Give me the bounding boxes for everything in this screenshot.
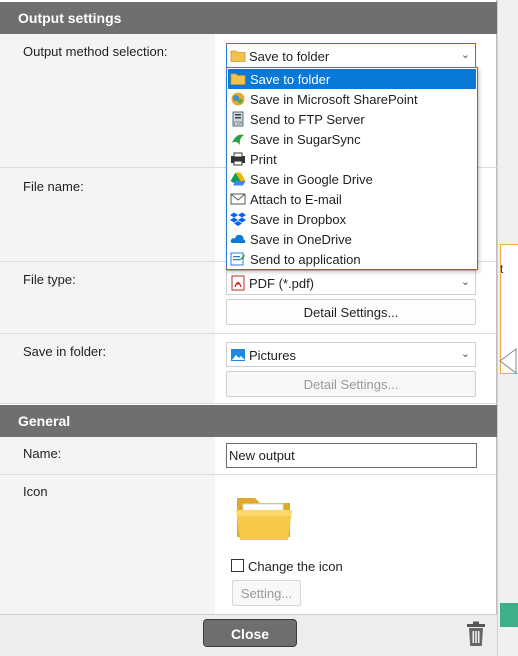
sugarsync-icon	[232, 134, 244, 145]
save-folder-select[interactable]: Pictures ⌄	[226, 342, 476, 367]
dropdown-item-google-drive[interactable]: Save in Google Drive	[228, 169, 476, 189]
file-type-label: File type:	[23, 272, 76, 287]
svg-text:FTP: FTP	[234, 121, 242, 127]
dropdown-item-email[interactable]: Attach to E-mail	[228, 189, 476, 209]
dropdown-item-save-to-folder[interactable]: Save to folder	[228, 69, 476, 89]
ftp-server-icon: FTP	[232, 111, 244, 127]
dropbox-icon	[230, 212, 246, 226]
folder-icon	[230, 73, 246, 85]
chevron-down-icon[interactable]: ⌄	[461, 48, 470, 61]
folder-icon	[230, 50, 246, 62]
sharepoint-icon	[231, 92, 245, 106]
pdf-icon	[231, 275, 245, 291]
change-icon-label[interactable]: Change the icon	[248, 559, 343, 574]
output-folder-icon	[236, 498, 292, 540]
name-input[interactable]: New output	[226, 443, 477, 468]
dropdown-item-ftp[interactable]: FTP Send to FTP Server	[228, 109, 476, 129]
dropdown-item-label: Save in OneDrive	[250, 232, 352, 247]
output-settings-header: Output settings	[0, 2, 497, 34]
dropdown-item-label: Send to FTP Server	[250, 112, 365, 127]
dropdown-item-print[interactable]: Print	[228, 149, 476, 169]
dropdown-item-label: Save to folder	[250, 72, 331, 87]
output-method-select[interactable]: Save to folder ⌄	[226, 43, 476, 68]
google-drive-icon	[230, 172, 246, 186]
folder-detail-settings-button[interactable]: Detail Settings...	[226, 371, 476, 397]
save-folder-label: Save in folder:	[23, 344, 107, 359]
icon-setting-button[interactable]: Setting...	[232, 580, 301, 606]
dropdown-item-label: Save in SugarSync	[250, 132, 361, 147]
change-icon-checkbox[interactable]	[231, 559, 244, 572]
dropdown-item-label: Save in Dropbox	[250, 212, 347, 227]
dropdown-item-label: Send to application	[250, 252, 361, 267]
printer-icon	[231, 152, 245, 166]
save-folder-row: Save in folder: Pictures ⌄ Detail Settin…	[0, 334, 497, 404]
application-icon	[230, 252, 245, 266]
onedrive-icon	[230, 234, 246, 243]
dropdown-item-onedrive[interactable]: Save in OneDrive	[228, 229, 476, 249]
output-method-label: Output method selection:	[23, 44, 168, 59]
chevron-down-icon[interactable]: ⌄	[461, 275, 470, 288]
file-type-detail-settings-button[interactable]: Detail Settings...	[226, 299, 476, 325]
background-green-bar	[500, 603, 518, 627]
background-card-text: t	[500, 262, 504, 276]
dropdown-item-send-to-application[interactable]: Send to application	[228, 249, 476, 269]
envelope-icon	[230, 193, 246, 205]
output-method-value: Save to folder	[249, 49, 330, 64]
dropdown-item-sugarsync[interactable]: Save in SugarSync	[228, 129, 476, 149]
icon-label: Icon	[23, 484, 48, 499]
dropdown-item-dropbox[interactable]: Save in Dropbox	[228, 209, 476, 229]
close-button[interactable]: Close	[203, 619, 297, 647]
trash-icon[interactable]	[464, 621, 488, 647]
file-name-label: File name:	[23, 179, 84, 194]
file-type-value: PDF (*.pdf)	[249, 276, 315, 291]
output-method-dropdown[interactable]: Save to folder Save in Microsoft SharePo…	[226, 67, 478, 270]
general-header: General	[0, 405, 497, 437]
file-type-row: File type: PDF (*.pdf) ⌄ Detail Settings…	[0, 262, 497, 334]
dropdown-item-sharepoint[interactable]: Save in Microsoft SharePoint	[228, 89, 476, 109]
background-arrow-icon	[499, 348, 517, 374]
save-folder-value: Pictures	[249, 348, 296, 363]
chevron-down-icon[interactable]: ⌄	[461, 347, 470, 360]
name-label: Name:	[23, 446, 62, 461]
dropdown-item-label: Print	[250, 152, 277, 167]
dropdown-item-label: Attach to E-mail	[250, 192, 342, 207]
file-type-select[interactable]: PDF (*.pdf) ⌄	[226, 270, 476, 295]
dropdown-item-label: Save in Google Drive	[250, 172, 373, 187]
dropdown-item-label: Save in Microsoft SharePoint	[250, 92, 418, 107]
pictures-icon	[231, 349, 245, 361]
footer-bar: Close	[0, 614, 497, 656]
